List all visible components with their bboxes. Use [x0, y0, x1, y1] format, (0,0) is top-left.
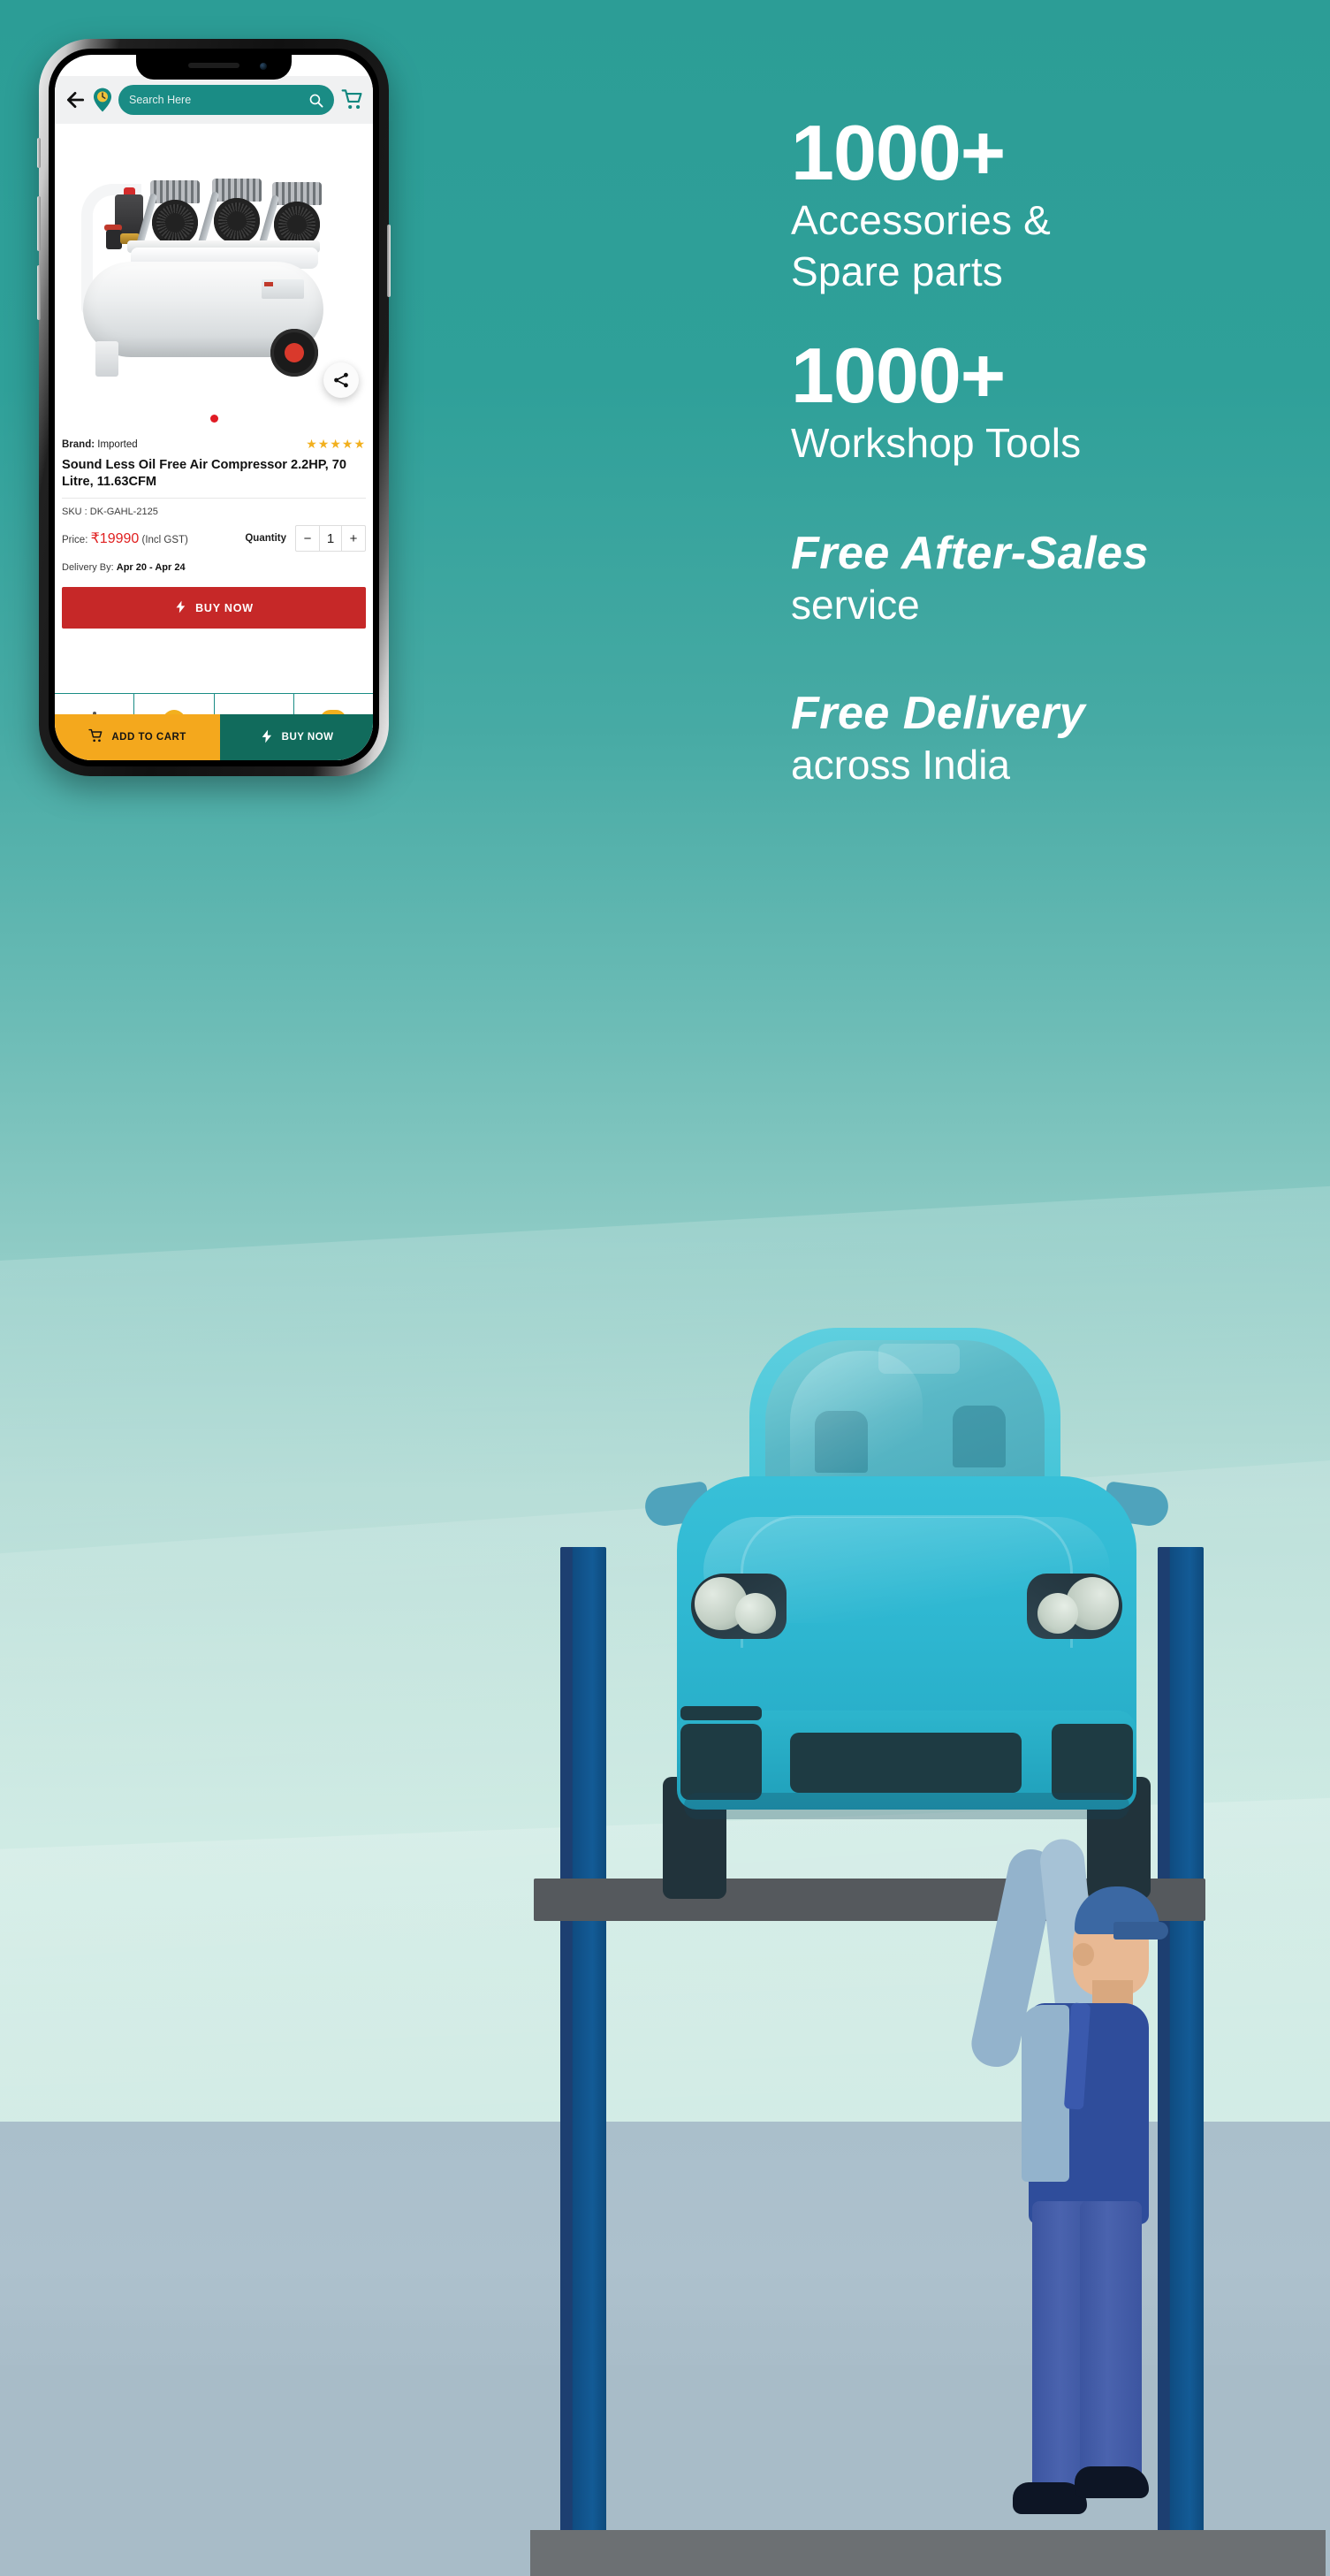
lightning-bolt-icon — [174, 600, 187, 616]
car-grille-right — [1052, 1724, 1133, 1800]
brand-label: Brand: — [62, 438, 95, 450]
quantity-label: Quantity — [245, 533, 286, 545]
promo-block-accessories: 1000+ Accessories & Spare parts — [791, 113, 1286, 295]
product-title: Sound Less Oil Free Air Compressor 2.2HP… — [62, 457, 366, 499]
motor-fan — [214, 198, 260, 244]
garage-illustration — [0, 1282, 1330, 2576]
share-icon[interactable] — [323, 362, 359, 398]
product-sku: SKU : DK-GAHL-2125 — [62, 507, 158, 518]
buy-now-button[interactable]: BUY NOW — [220, 714, 373, 760]
mechanic-shoe-front — [1075, 2466, 1149, 2498]
delivery-label: Delivery By: — [62, 562, 114, 574]
volume-down-button[interactable] — [37, 265, 41, 320]
delivery-estimate: Delivery By: Apr 20 - Apr 24 — [62, 562, 366, 573]
headlight-right-icon — [1027, 1574, 1122, 1639]
mute-switch-button[interactable] — [37, 138, 41, 168]
headlight-lamp-small — [1037, 1593, 1078, 1634]
promo-count-accessories: 1000+ — [791, 109, 1006, 196]
brand-info: Brand: Imported — [62, 439, 138, 450]
front-camera-icon — [260, 63, 267, 70]
car-seat-right — [953, 1406, 1006, 1467]
promo-delivery-headline: Free Delivery — [791, 687, 1086, 739]
product-gallery[interactable] — [55, 124, 373, 435]
volume-up-button[interactable] — [37, 196, 41, 251]
price-and-quantity-row: Price: ₹19990 (Incl GST) Quantity − 1 + — [62, 525, 366, 553]
buy-now-primary-button[interactable]: BUY NOW — [62, 587, 366, 629]
promo-after-sales-subline: service — [791, 582, 920, 629]
rating-stars[interactable]: ★★★★★ — [306, 437, 366, 452]
quantity-value[interactable]: 1 — [319, 526, 342, 552]
buy-now-label: BUY NOW — [281, 732, 334, 743]
mechanic-legs — [1013, 2201, 1156, 2514]
headlight-lamp-small — [735, 1593, 776, 1634]
lift-base-plate — [530, 2530, 1326, 2576]
marketing-copy: 1000+ Accessories & Spare parts 1000+ Wo… — [791, 113, 1286, 789]
phone-bezel: Search Here Brand: Imported ★★★★★ Sound … — [49, 49, 379, 766]
bottom-action-bar: ADD TO CART BUY NOW — [55, 714, 373, 760]
mechanic-ear — [1073, 1943, 1094, 1966]
compressor-wheel — [270, 329, 318, 377]
lift-post-left-icon — [560, 1547, 606, 2537]
location-pin-icon[interactable] — [94, 88, 111, 112]
promo-block-tools: 1000+ Workshop Tools — [791, 336, 1286, 467]
phone-screen: Search Here Brand: Imported ★★★★★ Sound … — [55, 55, 373, 760]
delivery-value: Apr 20 - Apr 24 — [116, 562, 186, 574]
search-input[interactable]: Search Here — [118, 85, 334, 115]
mechanic-shirt — [1022, 2005, 1069, 2182]
quantity-decrement-button[interactable]: − — [296, 526, 319, 551]
promo-block-delivery: Free Delivery across India — [791, 687, 1286, 789]
lightning-bolt-icon — [260, 729, 274, 746]
quantity-group: Quantity − 1 + — [245, 525, 366, 553]
power-button[interactable] — [387, 225, 391, 297]
car-illustration — [642, 1308, 1172, 1927]
add-to-cart-label: ADD TO CART — [111, 732, 186, 743]
mechanic-cap-brim — [1113, 1922, 1168, 1940]
brand-row: Brand: Imported ★★★★★ — [62, 435, 366, 452]
search-icon[interactable] — [308, 93, 323, 108]
promo-after-sales-headline: Free After-Sales — [791, 528, 1149, 580]
price-info: Price: ₹19990 (Incl GST) — [62, 530, 188, 547]
compressor-motor-3 — [257, 182, 323, 249]
compressor-foot — [95, 341, 118, 377]
shopping-cart-icon[interactable] — [341, 88, 364, 111]
add-to-cart-button[interactable]: ADD TO CART — [55, 714, 221, 760]
compressor-motor-1 — [135, 180, 201, 248]
phone-notch — [136, 55, 292, 80]
promo-block-after-sales: Free After-Sales service — [791, 529, 1286, 629]
headlight-left-icon — [691, 1574, 787, 1639]
gallery-page-indicator[interactable] — [55, 415, 373, 423]
product-image[interactable] — [69, 156, 345, 377]
price-tax-note: (Incl GST) — [141, 535, 188, 546]
product-details: Brand: Imported ★★★★★ Sound Less Oil Fre… — [55, 435, 373, 629]
search-placeholder-text: Search Here — [129, 94, 192, 106]
compressor-spec-label — [262, 279, 304, 299]
compressor-motor-2 — [197, 179, 263, 246]
car-grille-vent — [680, 1706, 762, 1720]
mechanic-illustration — [967, 1836, 1184, 2546]
motor-fan — [152, 200, 198, 246]
promo-sub-accessories-line2: Spare parts — [791, 248, 1003, 295]
car-grille-left — [680, 1724, 762, 1800]
promo-sub-accessories-line1: Accessories & — [791, 196, 1052, 243]
app-bar: Search Here — [55, 76, 373, 124]
car-grille-center — [790, 1733, 1022, 1793]
price-value: ₹19990 — [90, 531, 140, 547]
promo-count-tools: 1000+ — [791, 332, 1006, 420]
phone-mockup: Search Here Brand: Imported ★★★★★ Sound … — [37, 39, 391, 776]
car-underside-shadow — [684, 1793, 1129, 1819]
shopping-cart-icon — [88, 728, 103, 746]
price-label: Price: — [62, 535, 88, 546]
buy-now-primary-label: BUY NOW — [195, 601, 254, 614]
quantity-increment-button[interactable]: + — [342, 526, 365, 551]
earpiece-speaker-icon — [188, 63, 239, 68]
gallery-dot-active[interactable] — [209, 415, 218, 423]
mechanic-leg-front — [1080, 2201, 1142, 2493]
promo-sub-tools-line1: Workshop Tools — [791, 420, 1082, 467]
promo-delivery-subline: across India — [791, 741, 1011, 788]
quantity-stepper[interactable]: − 1 + — [295, 525, 366, 553]
brand-value: Imported — [97, 438, 138, 450]
back-arrow-icon[interactable] — [64, 88, 87, 111]
